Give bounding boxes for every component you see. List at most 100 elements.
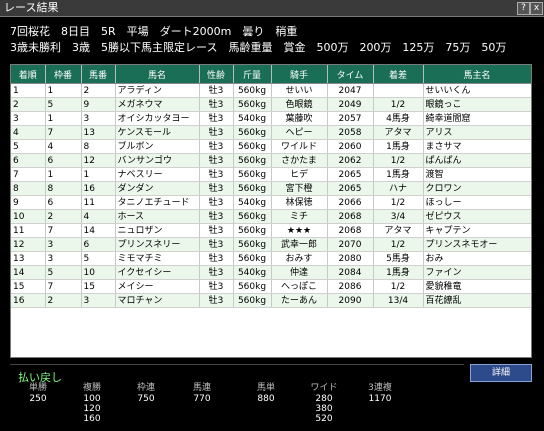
header-margin[interactable]: 着差 bbox=[373, 65, 424, 84]
cell-rank: 6 bbox=[11, 153, 46, 168]
header-jockey[interactable]: 騎手 bbox=[271, 65, 328, 84]
payout-column: 3連複 1170 bbox=[356, 383, 404, 404]
header-rank[interactable]: 着順 bbox=[11, 65, 46, 84]
cell-horse-name: ダンダン bbox=[115, 181, 200, 196]
table-row[interactable]: 3 1 3 オイシカッタヨー 牡3 540kg 葉藤吹 2057 4馬身 綺幸道閻窟 bbox=[11, 111, 531, 126]
table-row[interactable]: 12 3 6 プリンスネリー 牡3 560kg 武幸一郎 2070 1/2 プリンスネモオー bbox=[11, 237, 531, 252]
cell-time: 2065 bbox=[327, 181, 374, 196]
close-button[interactable]: x bbox=[530, 2, 543, 15]
cell-jockey: おみす bbox=[271, 251, 328, 266]
header-owner[interactable]: 馬主名 bbox=[423, 65, 531, 84]
cell-owner: 渡智 bbox=[423, 167, 531, 182]
cell-owner: プリンスネモオー bbox=[423, 237, 531, 252]
race-info-line1: 7回桜花 8日目 5R 平場 ダート2000m 曇り 稍重 bbox=[10, 25, 298, 38]
cell-jockey: 仲達 bbox=[271, 265, 328, 280]
cell-rank: 12 bbox=[11, 237, 46, 252]
cell-weight: 560kg bbox=[233, 83, 272, 98]
cell-sex-age: 牡3 bbox=[199, 279, 234, 294]
help-button[interactable]: ? bbox=[517, 2, 530, 15]
cell-sex-age: 牡3 bbox=[199, 223, 234, 238]
table-row[interactable]: 14 5 10 イクセイシー 牡3 540kg 仲達 2084 1馬身 ファイン bbox=[11, 265, 531, 280]
cell-weight: 560kg bbox=[233, 251, 272, 266]
payout-label: 馬単 bbox=[256, 383, 275, 393]
cell-rank: 10 bbox=[11, 209, 46, 224]
header-sex-age[interactable]: 性齢 bbox=[199, 65, 234, 84]
cell-margin bbox=[373, 83, 424, 98]
race-info: 7回桜花 8日目 5R 平場 ダート2000m 曇り 稍重 3歳未勝利 3歳 5… bbox=[10, 24, 506, 56]
result-table: 着順 枠番 馬番 馬名 性齢 斤量 騎手 タイム 着差 馬主名 1 1 2 アラディン… bbox=[11, 65, 531, 308]
cell-weight: 560kg bbox=[233, 279, 272, 294]
payout-column: ワイド 280 380 520 bbox=[300, 383, 348, 424]
cell-frame: 6 bbox=[45, 153, 82, 168]
cell-jockey: 色眼鏡 bbox=[271, 97, 328, 112]
cell-jockey: ワイルド bbox=[271, 139, 328, 154]
header-horse-name[interactable]: 馬名 bbox=[115, 65, 200, 84]
table-row[interactable]: 4 7 13 ケンスモール 牡3 560kg ヘピー 2058 アタマ アリス bbox=[11, 125, 531, 140]
cell-frame: 3 bbox=[45, 237, 82, 252]
cell-horse-number: 4 bbox=[81, 209, 116, 224]
cell-time: 2060 bbox=[327, 139, 374, 154]
cell-frame: 2 bbox=[45, 209, 82, 224]
cell-jockey: ミチ bbox=[271, 209, 328, 224]
race-info-line2: 3歳未勝利 3歳 5勝以下馬主限定レース 馬齢重量 賞金 500万 200万 1… bbox=[10, 41, 507, 54]
cell-horse-name: ケンスモール bbox=[115, 125, 200, 140]
cell-frame: 7 bbox=[45, 279, 82, 294]
cell-rank: 11 bbox=[11, 223, 46, 238]
result-table-container[interactable]: 着順 枠番 馬番 馬名 性齢 斤量 騎手 タイム 着差 馬主名 1 1 2 アラディン… bbox=[10, 64, 532, 358]
cell-horse-name: ミモマチミ bbox=[115, 251, 200, 266]
table-row[interactable]: 6 6 12 バンサンゴウ 牡3 560kg さかたま 2062 1/2 ぱんぱん bbox=[11, 153, 531, 168]
cell-weight: 560kg bbox=[233, 97, 272, 112]
table-row[interactable]: 1 1 2 アラディン 牡3 560kg せいい 2047 せいいくん bbox=[11, 83, 531, 98]
cell-time: 2049 bbox=[327, 97, 374, 112]
header-frame[interactable]: 枠番 bbox=[45, 65, 82, 84]
cell-weight: 560kg bbox=[233, 209, 272, 224]
cell-rank: 4 bbox=[11, 125, 46, 140]
table-row[interactable]: 8 8 16 ダンダン 牡3 560kg 宮下橙 2065 ハナ クロワン bbox=[11, 181, 531, 196]
cell-sex-age: 牡3 bbox=[199, 167, 234, 182]
payout-label: 3連複 bbox=[368, 383, 392, 393]
cell-jockey: 林保徳 bbox=[271, 195, 328, 210]
cell-sex-age: 牡3 bbox=[199, 83, 234, 98]
payout-column: 馬単 880 bbox=[242, 383, 290, 404]
table-row[interactable]: 7 1 1 ナベスリー 牡3 560kg ヒデ 2065 1馬身 渡智 bbox=[11, 167, 531, 182]
cell-rank: 8 bbox=[11, 181, 46, 196]
table-row[interactable]: 15 7 15 メイシー 牡3 560kg へっぽこ 2086 1/2 愛貌稚竜 bbox=[11, 279, 531, 294]
race-result-window: レース結果 ? x 7回桜花 8日目 5R 平場 ダート2000m 曇り 稍重 … bbox=[0, 0, 544, 431]
cell-horse-number: 13 bbox=[81, 125, 116, 140]
detail-button[interactable]: 詳細 bbox=[470, 364, 532, 382]
payout-value: 1170 bbox=[368, 394, 392, 404]
cell-horse-name: ブルボン bbox=[115, 139, 200, 154]
cell-margin: アタマ bbox=[373, 125, 424, 140]
cell-rank: 13 bbox=[11, 251, 46, 266]
cell-jockey: たーあん bbox=[271, 293, 328, 308]
cell-weight: 540kg bbox=[233, 111, 272, 126]
cell-frame: 2 bbox=[45, 293, 82, 308]
table-row[interactable]: 2 5 9 メガネウマ 牡3 560kg 色眼鏡 2049 1/2 眼鏡っこ bbox=[11, 97, 531, 112]
cell-owner: 愛貌稚竜 bbox=[423, 279, 531, 294]
cell-owner: クロワン bbox=[423, 181, 531, 196]
cell-margin: 1馬身 bbox=[373, 265, 424, 280]
table-row[interactable]: 5 4 8 ブルボン 牡3 560kg ワイルド 2060 1馬身 まさサマ bbox=[11, 139, 531, 154]
payout-value: 280 bbox=[315, 394, 333, 404]
cell-horse-name: プリンスネリー bbox=[115, 237, 200, 252]
header-weight[interactable]: 斤量 bbox=[233, 65, 272, 84]
cell-sex-age: 牡3 bbox=[199, 97, 234, 112]
payout-label: 馬連 bbox=[192, 383, 211, 393]
table-row[interactable]: 13 3 5 ミモマチミ 牡3 560kg おみす 2080 5馬身 おみ bbox=[11, 251, 531, 266]
cell-horse-number: 14 bbox=[81, 223, 116, 238]
cell-horse-number: 8 bbox=[81, 139, 116, 154]
cell-sex-age: 牡3 bbox=[199, 139, 234, 154]
table-row[interactable]: 11 7 14 ニュロザン 牡3 560kg ★★★ 2068 アタマ キャプテン bbox=[11, 223, 531, 238]
cell-sex-age: 牡3 bbox=[199, 181, 234, 196]
header-time[interactable]: タイム bbox=[327, 65, 374, 84]
table-row[interactable]: 10 2 4 ホース 牡3 560kg ミチ 2068 3/4 ゼピウス bbox=[11, 209, 531, 224]
header-horse-number[interactable]: 馬番 bbox=[81, 65, 116, 84]
cell-frame: 1 bbox=[45, 83, 82, 98]
cell-weight: 560kg bbox=[233, 181, 272, 196]
table-row[interactable]: 16 2 3 マロチャン 牡3 560kg たーあん 2090 13/4 百花繚乱 bbox=[11, 293, 531, 308]
cell-margin: 1/2 bbox=[373, 237, 424, 252]
table-row[interactable]: 9 6 11 タニノエチュード 牡3 540kg 林保徳 2066 1/2 ほっしー bbox=[11, 195, 531, 210]
title-bar: レース結果 ? x bbox=[0, 0, 544, 17]
cell-time: 2070 bbox=[327, 237, 374, 252]
cell-time: 2068 bbox=[327, 209, 374, 224]
